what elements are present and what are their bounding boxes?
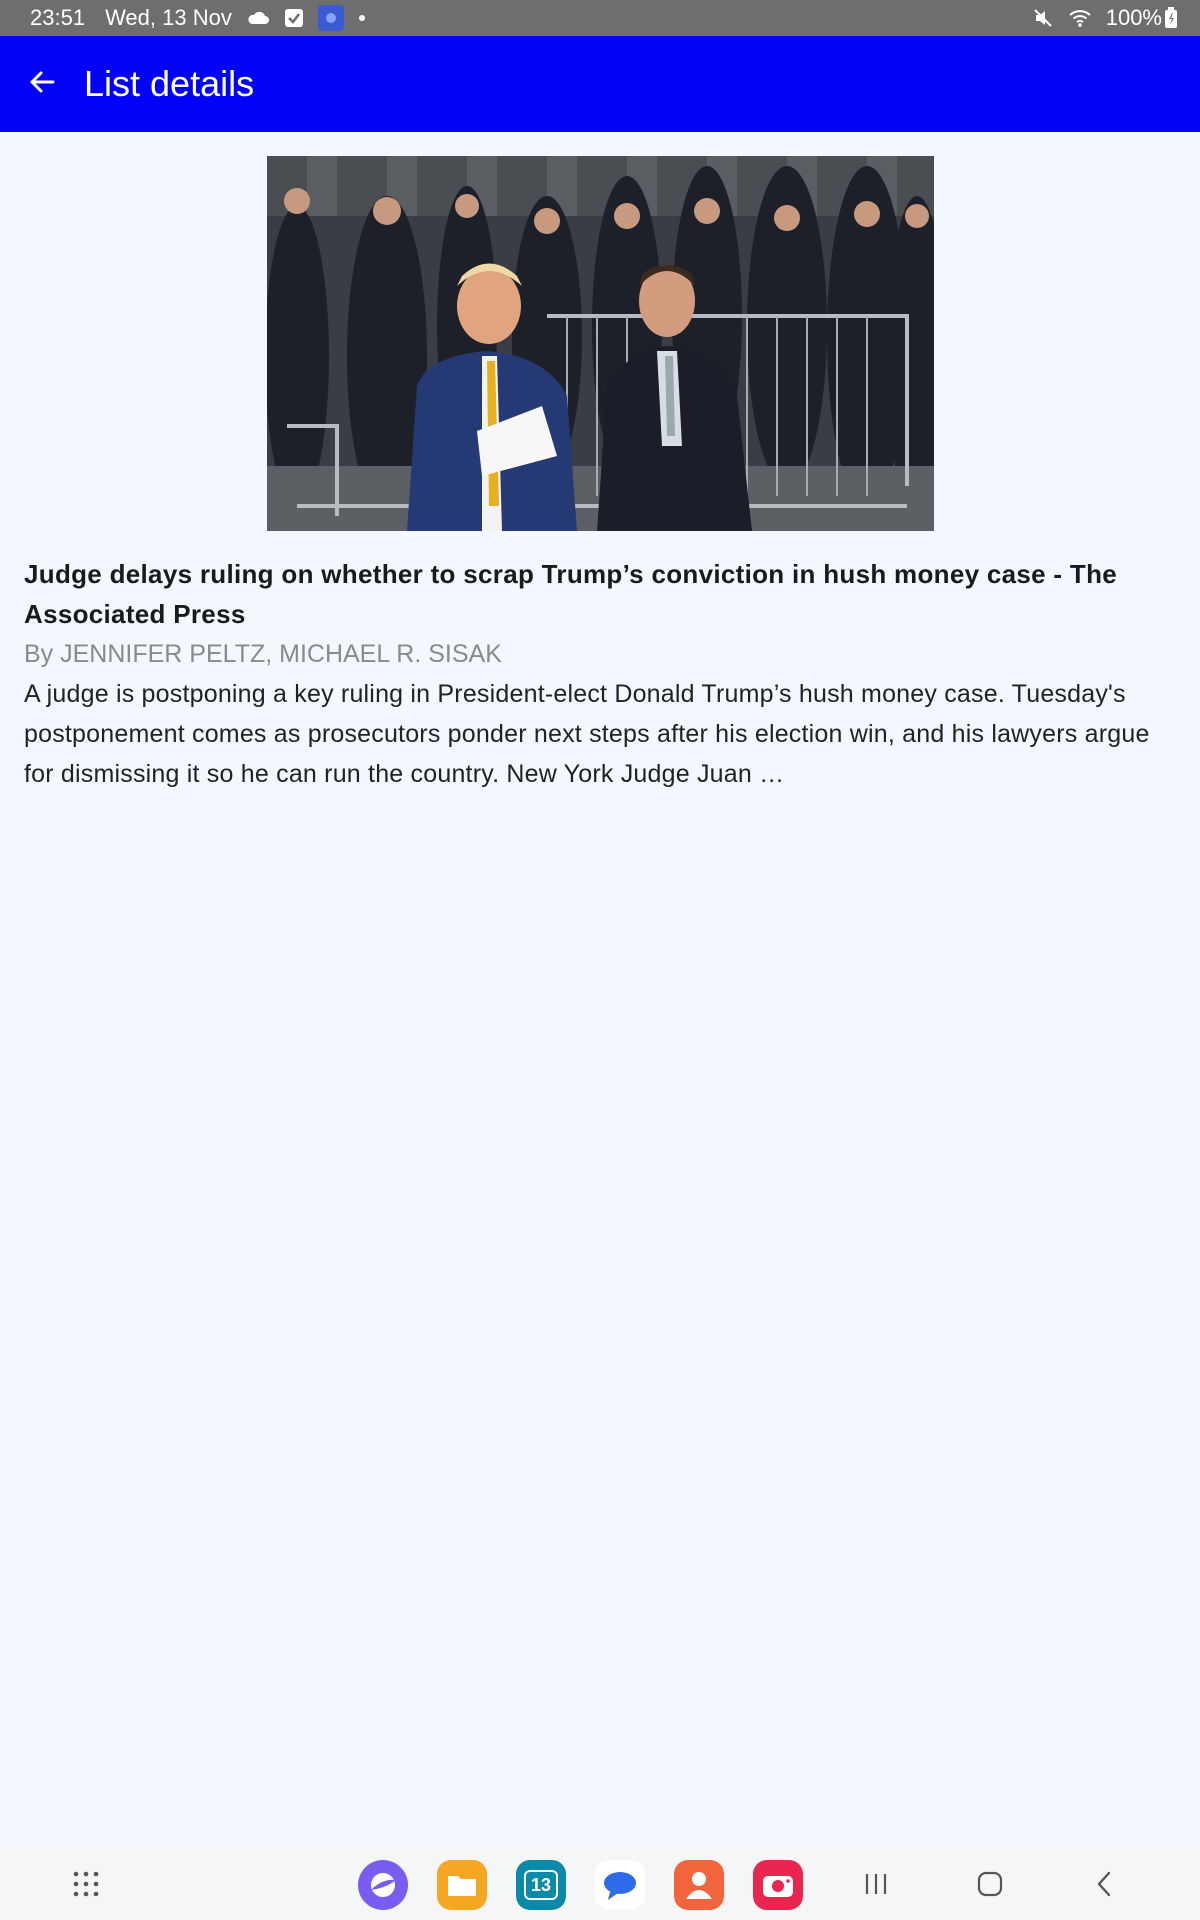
status-date: Wed, 13 Nov bbox=[105, 5, 232, 30]
mute-icon bbox=[1032, 7, 1054, 29]
messages-icon[interactable] bbox=[595, 1860, 645, 1910]
calendar-icon[interactable]: 13 bbox=[516, 1860, 566, 1910]
cloud-icon bbox=[246, 10, 270, 26]
back-button[interactable] bbox=[0, 36, 84, 132]
wifi-icon bbox=[1068, 8, 1092, 28]
status-time: 23:51 bbox=[30, 5, 86, 30]
recents-icon[interactable] bbox=[854, 1862, 898, 1906]
files-icon[interactable] bbox=[437, 1860, 487, 1910]
page-title: List details bbox=[84, 63, 255, 104]
battery-percentage: 100% bbox=[1105, 5, 1162, 30]
status-bar: 23:51 Wed, 13 Nov 100% bbox=[0, 0, 1200, 36]
internet-icon[interactable] bbox=[358, 1860, 408, 1910]
app-notification-icon bbox=[317, 5, 344, 31]
calendar-day-label: 13 bbox=[524, 1870, 558, 1900]
article-image bbox=[267, 156, 934, 531]
article-headline[interactable]: Judge delays ruling on whether to scrap … bbox=[24, 554, 1174, 634]
back-nav-icon[interactable] bbox=[1082, 1862, 1126, 1906]
article-content: Judge delays ruling on whether to scrap … bbox=[24, 554, 1174, 794]
dot-icon bbox=[358, 14, 366, 22]
contacts-icon[interactable] bbox=[674, 1860, 724, 1910]
navigation-bar: 13 bbox=[0, 1848, 1200, 1920]
battery-icon bbox=[1164, 7, 1178, 29]
app-bar: List details bbox=[0, 36, 1200, 132]
article-byline: By JENNIFER PELTZ, MICHAEL R. SISAK bbox=[24, 640, 502, 668]
camera-icon[interactable] bbox=[753, 1860, 803, 1910]
arrow-back-icon bbox=[27, 67, 57, 102]
home-icon[interactable] bbox=[968, 1862, 1012, 1906]
check-box-icon bbox=[284, 8, 304, 28]
app-drawer-icon[interactable] bbox=[64, 1862, 108, 1906]
article-description: A judge is postponing a key ruling in Pr… bbox=[24, 680, 1150, 788]
